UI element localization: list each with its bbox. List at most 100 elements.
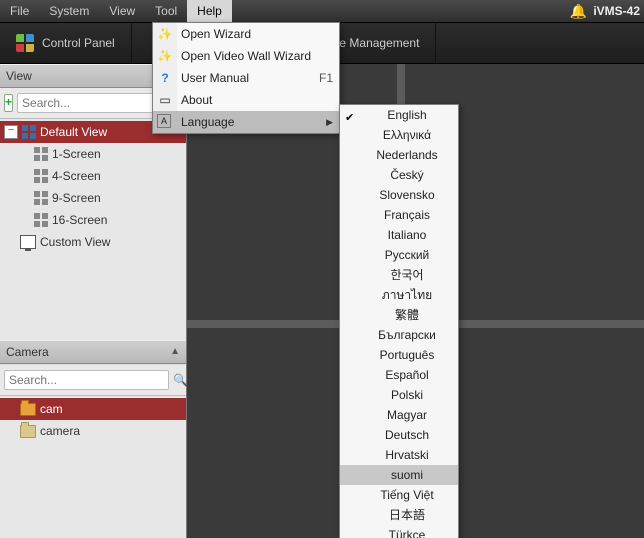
language-submenu: ✔English Ελληνικά Nederlands Český Slovensko… [339,104,459,538]
language-option[interactable]: 한국어 [340,265,458,285]
language-label: Polski [391,388,423,402]
tree-16-screen[interactable]: 16-Screen [0,209,186,231]
camera-tree: cam camera [0,396,186,538]
language-option[interactable]: Türkçe [340,525,458,538]
help-icon: ? [157,70,173,86]
camera-panel-header[interactable]: Camera ▲ [0,340,186,364]
language-option[interactable]: Český [340,165,458,185]
folder-icon [20,425,36,438]
tree-4-screen[interactable]: 4-Screen [0,165,186,187]
language-option[interactable]: Български [340,325,458,345]
menubar: File System View Tool Help 🔔 iVMS-42 [0,0,644,23]
language-label: Ελληνικά [383,128,431,142]
language-option[interactable]: Ελληνικά [340,125,458,145]
language-option[interactable]: Polski [340,385,458,405]
tab-control-panel[interactable]: Control Panel [0,23,132,63]
menu-file[interactable]: File [0,0,39,22]
language-option[interactable]: ✔English [340,105,458,125]
menu-user-manual[interactable]: ? User Manual F1 [153,67,339,89]
tree-1-screen[interactable]: 1-Screen [0,143,186,165]
grid-icon [34,213,48,227]
menu-tool[interactable]: Tool [145,0,187,22]
menu-system[interactable]: System [39,0,99,22]
search-icon[interactable]: 🔍 [173,371,188,389]
language-option[interactable]: Slovensko [340,185,458,205]
language-option[interactable]: Italiano [340,225,458,245]
tree-label: Custom View [40,235,110,249]
language-label: Český [390,168,423,182]
language-option[interactable]: Português [340,345,458,365]
language-option[interactable]: Русский [340,245,458,265]
language-option[interactable]: suomi [340,465,458,485]
tree-label: 1-Screen [52,147,101,161]
grid-icon [34,147,48,161]
add-view-button[interactable]: + [4,94,13,112]
menu-language[interactable]: A Language ▶ [153,111,339,133]
language-option[interactable]: 繁體 [340,305,458,325]
menu-item-label: Language [181,115,234,129]
brand-label: iVMS-42 [593,4,640,18]
language-label: Nederlands [376,148,437,162]
language-label: Slovensko [379,188,434,202]
language-label: Italiano [388,228,427,242]
language-option[interactable]: Hrvatski [340,445,458,465]
language-label: 繁體 [395,308,419,322]
language-option[interactable]: Nederlands [340,145,458,165]
grid-icon [34,191,48,205]
camera-search-input[interactable] [4,370,169,390]
language-label: Español [385,368,428,382]
language-label: 한국어 [390,268,423,282]
language-option[interactable]: Español [340,365,458,385]
tree-label: 16-Screen [52,213,107,227]
control-panel-icon [16,34,34,52]
language-label: Français [384,208,430,222]
menu-view[interactable]: View [99,0,145,22]
tree-label: camera [40,424,80,438]
menu-about[interactable]: ▭ About [153,89,339,111]
camera-item-camera[interactable]: camera [0,420,186,442]
view-panel-title: View [6,65,32,87]
menu-help[interactable]: Help [187,0,232,22]
menu-item-label: Open Video Wall Wizard [181,49,311,63]
menu-open-wizard[interactable]: ✨ Open Wizard [153,23,339,45]
language-label: Русский [385,248,430,262]
language-label: Tiếng Việt [380,488,433,502]
grid-icon [34,169,48,183]
language-label: Hrvatski [385,448,428,462]
sidebar: View ▲ + 🔍 − Default View 1-Screen [0,64,187,538]
language-label: English [387,108,426,122]
tree-label: Default View [40,125,107,139]
tree-label: 4-Screen [52,169,101,183]
camera-item-cam[interactable]: cam [0,398,186,420]
menu-item-label: About [181,93,212,107]
camera-searchbar: 🔍 [0,364,186,396]
language-icon: A [157,114,171,128]
tab-label: Control Panel [42,36,115,50]
menu-item-label: User Manual [181,71,249,85]
camera-panel-title: Camera [6,341,49,363]
language-option[interactable]: Deutsch [340,425,458,445]
menu-item-label: Open Wizard [181,27,251,41]
collapse-toggle[interactable]: − [4,125,18,139]
language-option[interactable]: 日本語 [340,505,458,525]
language-label: Português [380,348,435,362]
tab-label: ice Management [331,36,420,50]
language-option[interactable]: Tiếng Việt [340,485,458,505]
language-label: Türkçe [389,528,426,538]
language-option[interactable]: Français [340,205,458,225]
language-label: ภาษาไทย [382,288,432,302]
tree-label: cam [40,402,63,416]
menu-open-video-wall-wizard[interactable]: ✨ Open Video Wall Wizard [153,45,339,67]
menu-item-accel: F1 [319,71,333,85]
help-dropdown: ✨ Open Wizard ✨ Open Video Wall Wizard ?… [152,22,340,134]
submenu-arrow-icon: ▶ [326,117,333,128]
tree-9-screen[interactable]: 9-Screen [0,187,186,209]
tree-custom-view[interactable]: Custom View [0,231,186,253]
grid-icon [22,125,36,139]
tree-label: 9-Screen [52,191,101,205]
language-label: Magyar [387,408,427,422]
language-option[interactable]: ภาษาไทย [340,285,458,305]
view-tree: − Default View 1-Screen 4-Screen 9-Scree… [0,119,186,255]
alarm-icon[interactable]: 🔔 [570,3,587,20]
language-option[interactable]: Magyar [340,405,458,425]
